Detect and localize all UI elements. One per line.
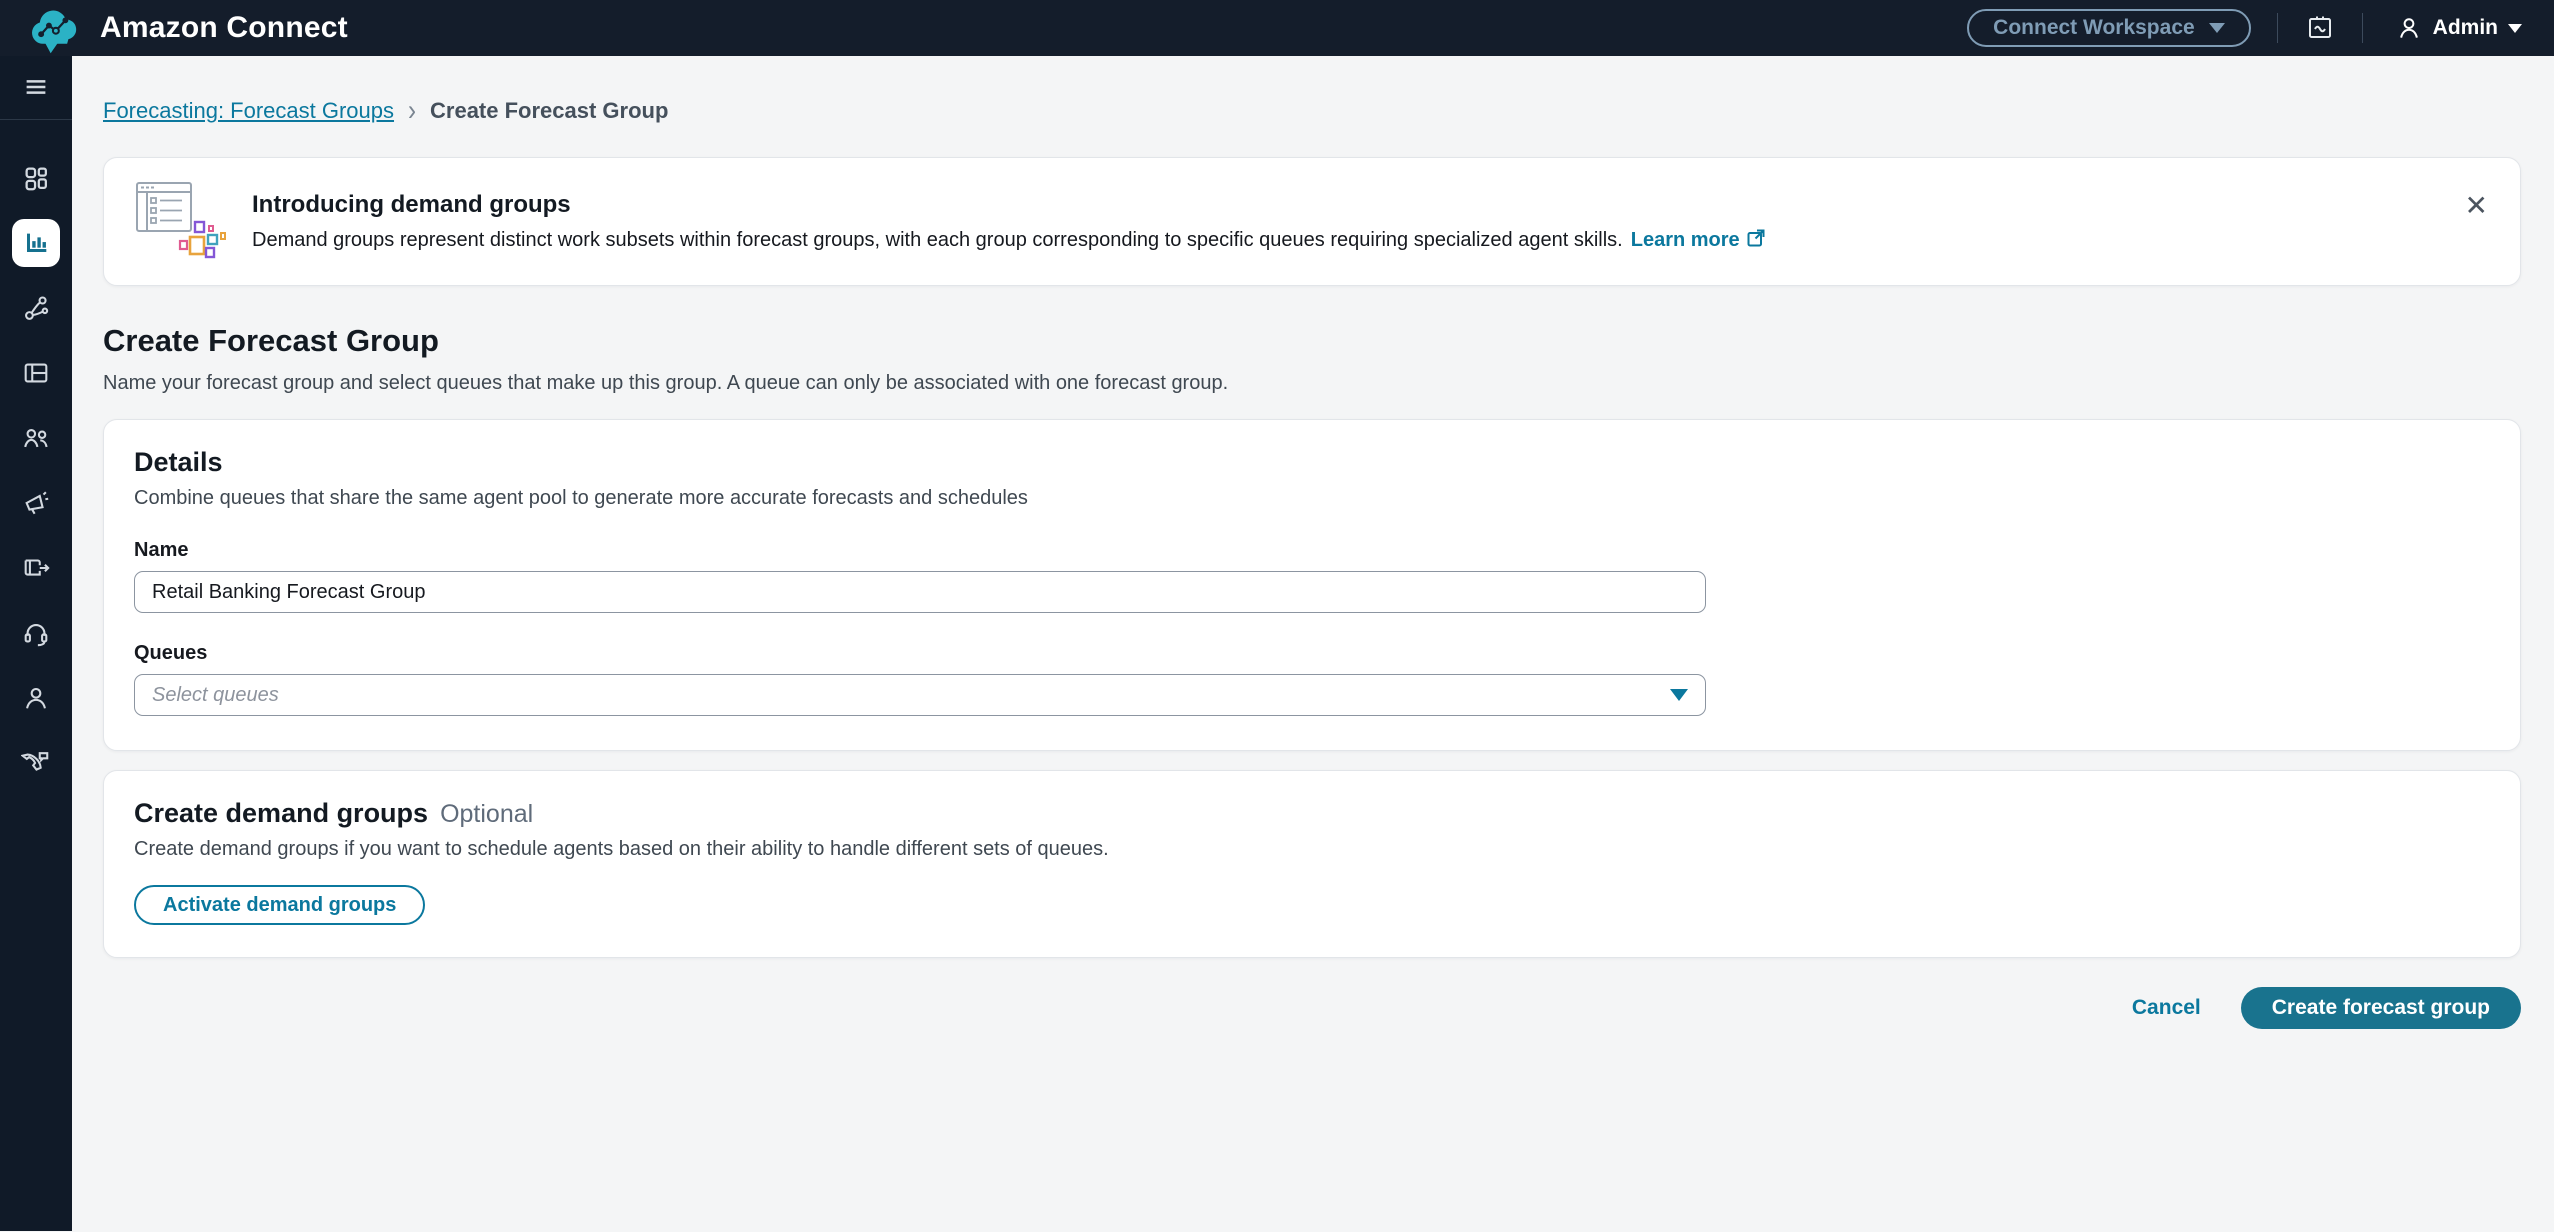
- chevron-down-icon: [1670, 689, 1688, 701]
- hamburger-menu-icon: [21, 72, 51, 102]
- demand-title-row: Create demand groups Optional: [134, 798, 2490, 829]
- sidebar-item-dashboard[interactable]: [12, 154, 60, 202]
- details-card: Details Combine queues that share the sa…: [103, 419, 2521, 751]
- topbar-right: Connect Workspace Admin: [1967, 9, 2528, 47]
- admin-label: Admin: [2433, 16, 2498, 40]
- divider: [2277, 13, 2278, 43]
- page-description: Name your forecast group and select queu…: [103, 372, 2521, 395]
- routing-flow-icon: [21, 293, 51, 323]
- queues-select[interactable]: Select queues: [134, 674, 1706, 716]
- demand-description: Create demand groups if you want to sche…: [134, 838, 2490, 861]
- breadcrumb-link-forecast-groups[interactable]: Forecasting: Forecast Groups: [103, 98, 394, 124]
- banner-title: Introducing demand groups: [252, 191, 1766, 219]
- chevron-down-icon: [2209, 23, 2225, 33]
- banner-description: Demand groups represent distinct work su…: [252, 228, 1766, 252]
- optional-tag: Optional: [440, 800, 533, 829]
- name-input[interactable]: [134, 571, 1706, 613]
- sidebar-item-routing-profiles[interactable]: [12, 284, 60, 332]
- book-export-icon: [21, 553, 51, 583]
- bar-chart-icon: [21, 228, 51, 258]
- sidebar-item-analytics[interactable]: [12, 219, 60, 267]
- page-title: Create Forecast Group: [103, 323, 2521, 359]
- breadcrumb: Forecasting: Forecast Groups › Create Fo…: [103, 98, 2521, 124]
- top-bar: Amazon Connect Connect Workspace Admin: [0, 0, 2554, 56]
- phone-message-icon: [21, 748, 51, 778]
- sidebar-item-users[interactable]: [12, 414, 60, 462]
- amazon-connect-logo: [26, 3, 84, 55]
- sidebar-item-directory[interactable]: [12, 544, 60, 592]
- connect-workspace-button[interactable]: Connect Workspace: [1967, 9, 2251, 47]
- details-title: Details: [134, 447, 2490, 478]
- banner-description-text: Demand groups represent distinct work su…: [252, 229, 1623, 251]
- sidebar-item-menu[interactable]: [21, 56, 51, 119]
- dashboard-icon: [21, 163, 51, 193]
- learn-more-link[interactable]: Learn more: [1631, 229, 1766, 251]
- metrics-board-icon: [2304, 12, 2336, 44]
- sidebar-item-campaigns[interactable]: [12, 479, 60, 527]
- person-icon: [21, 683, 51, 713]
- main-content: Forecasting: Forecast Groups › Create Fo…: [72, 56, 2554, 1232]
- window-list-illustration-icon: [134, 177, 232, 267]
- sidebar-item-layout[interactable]: [12, 349, 60, 397]
- banner-close-button[interactable]: ✕: [2461, 188, 2492, 224]
- create-forecast-group-button[interactable]: Create forecast group: [2241, 987, 2521, 1029]
- sidebar: [0, 56, 72, 1231]
- users-icon: [21, 423, 51, 453]
- sidebar-item-contacts[interactable]: [12, 739, 60, 787]
- chevron-right-icon: ›: [408, 96, 416, 126]
- demand-title: Create demand groups: [134, 798, 428, 829]
- queues-placeholder: Select queues: [152, 684, 279, 707]
- demand-groups-banner: Introducing demand groups Demand groups …: [103, 157, 2521, 286]
- admin-menu-button[interactable]: Admin: [2389, 13, 2528, 43]
- sidebar-item-agent-headset[interactable]: [12, 609, 60, 657]
- queues-label: Queues: [134, 642, 2490, 665]
- banner-text: Introducing demand groups Demand groups …: [252, 191, 1766, 252]
- activate-demand-groups-button[interactable]: Activate demand groups: [134, 885, 425, 925]
- app-title: Amazon Connect: [100, 11, 348, 45]
- chevron-down-icon: [2508, 24, 2522, 33]
- layout-panels-icon: [21, 358, 51, 388]
- cancel-button[interactable]: Cancel: [2132, 996, 2201, 1020]
- brand: Amazon Connect: [26, 1, 348, 55]
- metrics-board-button[interactable]: [2304, 12, 2336, 44]
- divider: [2362, 13, 2363, 43]
- breadcrumb-current: Create Forecast Group: [430, 98, 668, 124]
- megaphone-icon: [21, 488, 51, 518]
- sidebar-item-profile[interactable]: [12, 674, 60, 722]
- headset-icon: [21, 618, 51, 648]
- sidebar-nav: [12, 120, 60, 804]
- footer-actions: Cancel Create forecast group: [103, 987, 2521, 1029]
- learn-more-label: Learn more: [1631, 229, 1740, 251]
- name-label: Name: [134, 539, 2490, 562]
- external-link-icon: [1746, 228, 1766, 248]
- connect-workspace-label: Connect Workspace: [1993, 16, 2195, 40]
- demand-groups-card: Create demand groups Optional Create dem…: [103, 770, 2521, 958]
- person-icon: [2395, 14, 2423, 42]
- details-description: Combine queues that share the same agent…: [134, 487, 2490, 510]
